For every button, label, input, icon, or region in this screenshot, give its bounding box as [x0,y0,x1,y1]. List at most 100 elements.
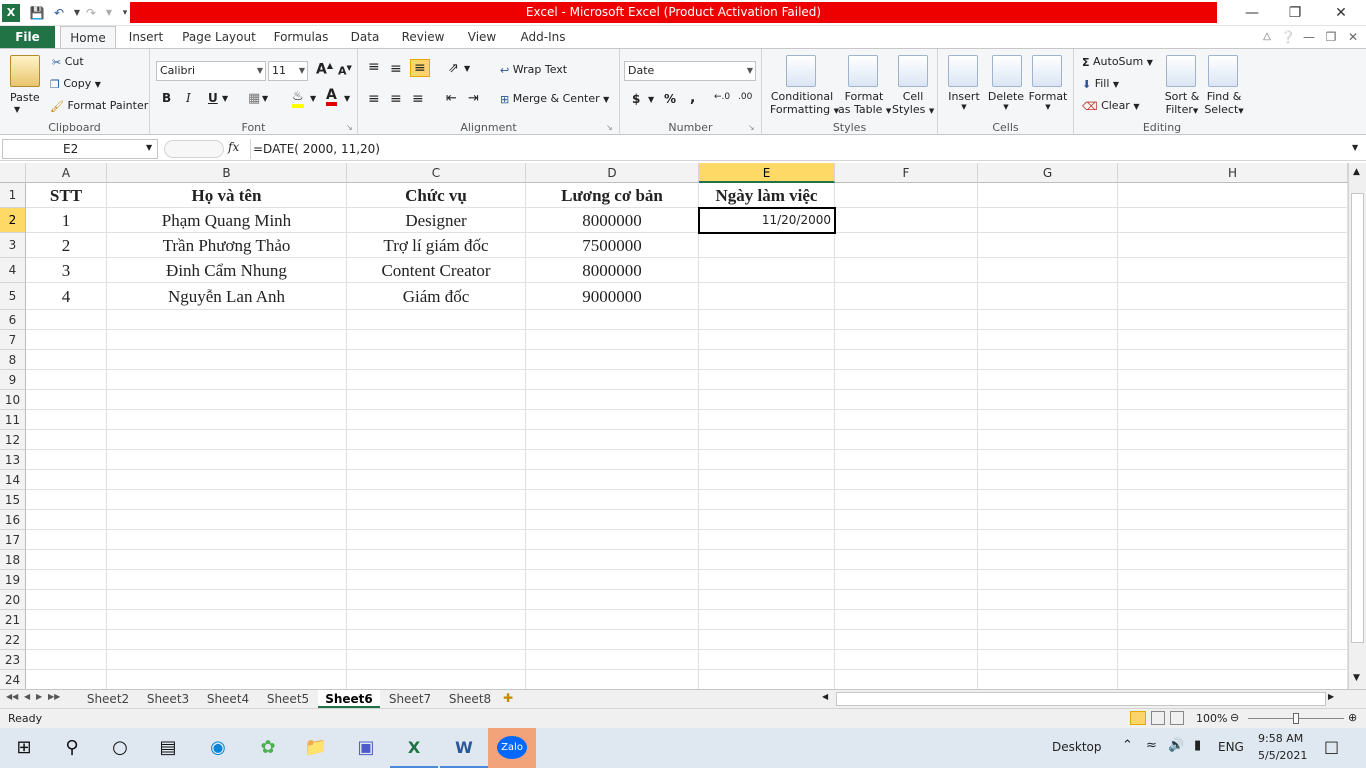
show-hidden-icons-icon[interactable]: ⌃ [1122,738,1133,753]
cell-d8[interactable] [526,350,699,370]
windows-start-icon[interactable]: ⊞ [0,728,48,768]
font-name-combo[interactable]: Calibri ▼ [156,61,266,81]
font-color-icon[interactable]: A [326,88,337,106]
format-as-table-button[interactable]: Format as Table ▼ [838,90,891,116]
cell-c11[interactable] [347,410,526,430]
insert-function-button[interactable]: fx [228,140,239,154]
notifications-icon[interactable]: □ [1324,737,1339,756]
row-header-16[interactable]: 16 [0,510,26,530]
cell-b16[interactable] [107,510,347,530]
cell-d19[interactable] [526,570,699,590]
cell-a21[interactable] [26,610,107,630]
cell-e10[interactable] [699,390,835,410]
sheet-tab-sheet4[interactable]: Sheet4 [198,690,258,708]
cell-f16[interactable] [835,510,978,530]
sheet-tab-sheet2[interactable]: Sheet2 [78,690,138,708]
cell-e3[interactable] [699,233,835,258]
shrink-font-button[interactable]: A▼ [338,64,352,78]
cell-e8[interactable] [699,350,835,370]
cell-g22[interactable] [978,630,1118,650]
cell-g7[interactable] [978,330,1118,350]
cell-g5[interactable] [978,283,1118,310]
tab-page-layout[interactable]: Page Layout [180,26,258,48]
expand-formula-icon[interactable]: ▼ [1352,143,1358,152]
column-header-f[interactable]: F [835,163,978,183]
cell-f14[interactable] [835,470,978,490]
insert-cells-icon[interactable] [948,55,978,87]
cell-a9[interactable] [26,370,107,390]
cell-f1[interactable] [835,183,978,208]
font-dialog-launcher-icon[interactable]: ↘ [346,123,353,132]
cell-h8[interactable] [1118,350,1348,370]
orientation-dropdown-icon[interactable]: ▼ [464,64,470,73]
cell-a2[interactable]: 1 [26,208,107,233]
cell-e7[interactable] [699,330,835,350]
cell-f4[interactable] [835,258,978,283]
cell-a18[interactable] [26,550,107,570]
row-header-15[interactable]: 15 [0,490,26,510]
align-left-icon[interactable]: ≡ [368,91,380,107]
cell-b13[interactable] [107,450,347,470]
clock-date[interactable]: 5/5/2021 [1258,749,1307,762]
percent-button[interactable]: % [664,92,676,106]
cell-e24[interactable] [699,670,835,689]
row-header-7[interactable]: 7 [0,330,26,350]
row-header-14[interactable]: 14 [0,470,26,490]
cell-e9[interactable] [699,370,835,390]
cell-a23[interactable] [26,650,107,670]
cell-h10[interactable] [1118,390,1348,410]
cell-g17[interactable] [978,530,1118,550]
scroll-left-icon[interactable]: ◀ [822,692,828,701]
row-header-23[interactable]: 23 [0,650,26,670]
cell-a6[interactable] [26,310,107,330]
cell-h11[interactable] [1118,410,1348,430]
cell-e6[interactable] [699,310,835,330]
underline-dropdown-icon[interactable]: ▼ [222,94,228,103]
task-view-icon[interactable]: ▤ [144,728,192,768]
row-header-9[interactable]: 9 [0,370,26,390]
cell-f10[interactable] [835,390,978,410]
cell-h7[interactable] [1118,330,1348,350]
language-indicator[interactable]: ENG [1218,740,1244,754]
column-header-e[interactable]: E [699,163,835,183]
conditional-formatting-icon[interactable] [786,55,816,87]
cell-d9[interactable] [526,370,699,390]
teams-icon[interactable]: ▣ [342,728,390,768]
cell-g6[interactable] [978,310,1118,330]
clear-dropdown-icon[interactable]: ▼ [1133,102,1139,111]
cell-d3[interactable]: 7500000 [526,233,699,258]
formula-input[interactable]: =DATE( 2000, 11,20) [250,139,1348,159]
cell-h9[interactable] [1118,370,1348,390]
desktop-toolbar[interactable]: Desktop [1052,740,1102,754]
cell-c6[interactable] [347,310,526,330]
cell-h18[interactable] [1118,550,1348,570]
column-header-h[interactable]: H [1118,163,1348,183]
cell-d2[interactable]: 8000000 [526,208,699,233]
cell-h2[interactable] [1118,208,1348,233]
cell-h16[interactable] [1118,510,1348,530]
scroll-right-icon[interactable]: ▶ [1328,692,1334,701]
cell-f24[interactable] [835,670,978,689]
cell-g11[interactable] [978,410,1118,430]
insert-sheet-icon[interactable]: ✚ [503,691,513,705]
format-cells-icon[interactable] [1032,55,1062,87]
cell-c13[interactable] [347,450,526,470]
cell-g19[interactable] [978,570,1118,590]
cell-f2[interactable] [835,208,978,233]
normal-view-icon[interactable] [1130,711,1146,725]
cell-b5[interactable]: Nguyễn Lan Anh [107,283,347,310]
cell-g13[interactable] [978,450,1118,470]
cell-e22[interactable] [699,630,835,650]
cell-e12[interactable] [699,430,835,450]
cell-c22[interactable] [347,630,526,650]
page-break-view-icon[interactable] [1170,711,1184,725]
cell-c4[interactable]: Content Creator [347,258,526,283]
cell-a17[interactable] [26,530,107,550]
cell-a1[interactable]: STT [26,183,107,208]
cell-f22[interactable] [835,630,978,650]
row-header-8[interactable]: 8 [0,350,26,370]
sort-filter-icon[interactable] [1166,55,1196,87]
cell-d14[interactable] [526,470,699,490]
next-sheet-icon[interactable]: ▶ [36,692,42,701]
sheet-tab-sheet8[interactable]: Sheet8 [440,690,500,708]
